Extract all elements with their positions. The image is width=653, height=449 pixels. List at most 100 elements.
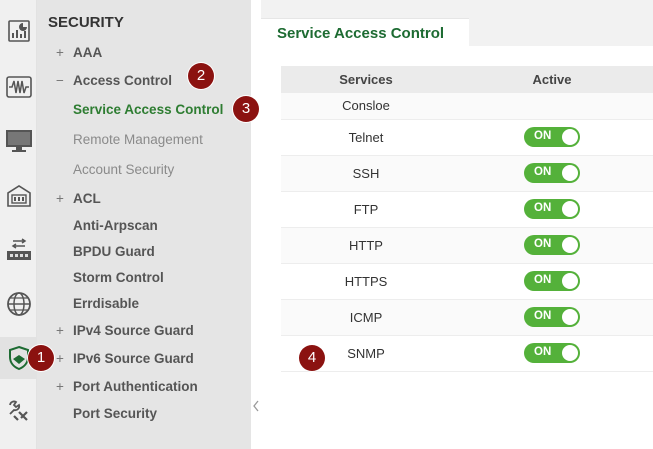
ssh-toggle[interactable]: ON	[524, 163, 580, 183]
service-active-cell: ON	[451, 335, 653, 372]
toggle-knob	[562, 129, 578, 145]
collapse-icon[interactable]: −	[54, 69, 66, 93]
collapse-sidebar-button[interactable]	[251, 396, 261, 416]
menu-item-bpdu-guard[interactable]: BPDU Guard	[37, 240, 251, 264]
service-active-cell: ON	[451, 191, 653, 228]
service-name: SSH	[281, 155, 451, 192]
service-name: Consloe	[281, 93, 451, 120]
expand-icon[interactable]: +	[54, 319, 66, 343]
page-title: Service Access Control	[277, 25, 445, 42]
toggle-knob	[562, 309, 578, 325]
snmp-toggle[interactable]: ON	[524, 343, 580, 363]
table-row: Consloe	[281, 93, 653, 120]
menu-item-label: ACL	[73, 191, 101, 206]
service-name: Telnet	[281, 119, 451, 156]
service-name: ICMP	[281, 299, 451, 336]
toggle-label: ON	[534, 310, 552, 322]
service-active-cell: ON	[451, 227, 653, 264]
table-row: Telnet ON	[281, 119, 653, 156]
security-menu: SECURITY + AAA − Access Control Service …	[37, 0, 251, 449]
https-toggle[interactable]: ON	[524, 271, 580, 291]
table-row: HTTP ON	[281, 227, 653, 264]
menu-item-anti-arpscan[interactable]: Anti-Arpscan	[37, 214, 251, 238]
table-row: SNMP ON	[281, 335, 653, 372]
rail-dashboard[interactable]	[0, 12, 37, 50]
column-header-services: Services	[281, 66, 451, 93]
menu-item-label: Remote Management	[73, 132, 203, 147]
toggle-label: ON	[534, 346, 552, 358]
service-name: HTTP	[281, 227, 451, 264]
expand-icon[interactable]: +	[54, 187, 66, 211]
table-header: Services Active	[281, 66, 653, 93]
service-active-cell: ON	[451, 299, 653, 336]
menu-item-ipv4-source-guard[interactable]: + IPv4 Source Guard	[37, 319, 251, 343]
toggle-label: ON	[534, 130, 552, 142]
menu-item-label: IPv4 Source Guard	[73, 323, 194, 338]
menu-item-label: Access Control	[73, 73, 173, 88]
menu-item-service-access-control[interactable]: Service Access Control	[37, 98, 251, 122]
step-badge-1: 1	[28, 345, 54, 371]
rail-device[interactable]	[0, 177, 37, 215]
table-row: HTTPS ON	[281, 263, 653, 300]
tab-service-access-control[interactable]: Service Access Control	[261, 18, 469, 47]
menu-item-acl[interactable]: + ACL	[37, 187, 251, 211]
services-table: Services Active Consloe Telnet ON SSH ON…	[281, 66, 653, 372]
http-toggle[interactable]: ON	[524, 235, 580, 255]
monitor-icon	[5, 130, 32, 152]
menu-item-label: Storm Control	[73, 270, 164, 285]
table-row: SSH ON	[281, 155, 653, 192]
switch-ports-icon	[6, 238, 31, 260]
rail-monitor[interactable]	[0, 122, 37, 160]
column-header-active: Active	[451, 66, 653, 93]
waveform-icon	[5, 76, 32, 98]
toggle-knob	[562, 201, 578, 217]
menu-item-port-authentication[interactable]: + Port Authentication	[37, 375, 251, 399]
toggle-label: ON	[534, 202, 552, 214]
expand-icon[interactable]: +	[54, 41, 66, 65]
content-panel: Services Active Consloe Telnet ON SSH ON…	[261, 46, 653, 449]
menu-item-errdisable[interactable]: Errdisable	[37, 292, 251, 316]
menu-item-access-control[interactable]: − Access Control	[37, 69, 251, 93]
menu-item-storm-control[interactable]: Storm Control	[37, 266, 251, 290]
rail-tools[interactable]	[0, 392, 37, 430]
menu-item-label: Port Authentication	[73, 379, 198, 394]
toggle-knob	[562, 273, 578, 289]
tools-icon	[8, 400, 28, 421]
toggle-knob	[562, 237, 578, 253]
expand-icon[interactable]: +	[54, 375, 66, 399]
service-name: HTTPS	[281, 263, 451, 300]
service-active-cell: ON	[451, 263, 653, 300]
menu-item-remote-management[interactable]: Remote Management	[37, 128, 251, 152]
toggle-knob	[562, 165, 578, 181]
table-row: ICMP ON	[281, 299, 653, 336]
menu-item-label: IPv6 Source Guard	[73, 351, 194, 366]
icmp-toggle[interactable]: ON	[524, 307, 580, 327]
menu-item-ipv6-source-guard[interactable]: + IPv6 Source Guard	[37, 347, 251, 371]
menu-item-label: Account Security	[73, 162, 175, 177]
service-active-cell	[451, 93, 653, 120]
step-badge-4: 4	[299, 345, 325, 371]
menu-title: SECURITY	[48, 14, 124, 31]
device-icon	[6, 185, 31, 207]
menu-item-port-security[interactable]: Port Security	[37, 402, 251, 426]
toggle-knob	[562, 345, 578, 361]
toggle-label: ON	[534, 274, 552, 286]
step-badge-3: 3	[233, 96, 259, 122]
telnet-toggle[interactable]: ON	[524, 127, 580, 147]
service-name: FTP	[281, 191, 451, 228]
main-area: Service Access Control Services Active C…	[261, 0, 653, 449]
dashboard-icon	[7, 20, 30, 42]
rail-switch[interactable]	[0, 231, 37, 269]
menu-item-label: Anti-Arpscan	[73, 218, 158, 233]
rail-waveform[interactable]	[0, 68, 37, 106]
step-badge-2: 2	[188, 63, 214, 89]
rail-globe[interactable]	[0, 285, 37, 323]
ftp-toggle[interactable]: ON	[524, 199, 580, 219]
expand-icon[interactable]: +	[54, 347, 66, 371]
menu-item-account-security[interactable]: Account Security	[37, 158, 251, 182]
menu-item-label: Errdisable	[73, 296, 140, 311]
service-active-cell: ON	[451, 119, 653, 156]
table-row: FTP ON	[281, 191, 653, 228]
menu-item-aaa[interactable]: + AAA	[37, 41, 251, 65]
security-shield-icon	[8, 345, 29, 371]
